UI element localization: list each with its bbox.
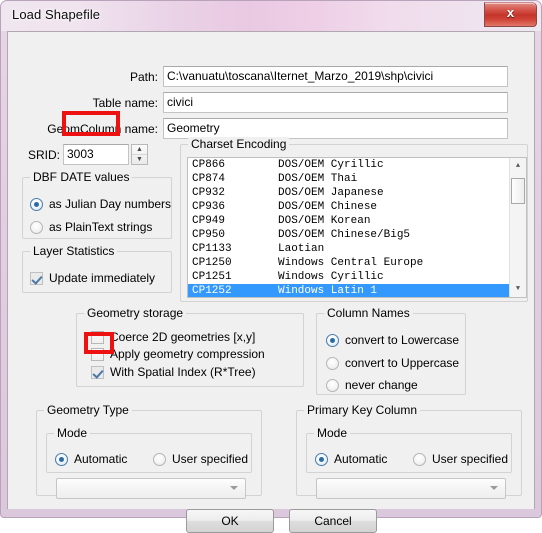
charset-code: CP1133 — [192, 243, 232, 255]
dbf-date-values-title: DBF DATE values — [30, 170, 133, 184]
checkbox-apply-geometry-compression-label: Apply geometry compression — [110, 347, 265, 361]
list-item[interactable]: CP866 DOS/OEM Cyrillic — [188, 158, 526, 172]
charset-desc: DOS/OEM Thai — [278, 173, 358, 185]
radio-geometry-type-automatic-label: Automatic — [74, 452, 128, 466]
checkbox-update-immediately-label: Update immediately — [49, 271, 156, 285]
geometry-type-mode-title: Mode — [54, 426, 91, 440]
charset-desc: Windows Latin 1 — [278, 285, 378, 297]
srid-stepper-down-icon[interactable]: ▼ — [132, 155, 147, 164]
close-icon: x — [506, 5, 515, 20]
dialog-client-area: Path: C:\vanuatu\toscana\Iternet_Marzo_2… — [7, 31, 535, 533]
charset-desc: Windows Central Europe — [278, 257, 424, 269]
dialog-window: Load Shapefile x Path: C:\vanuatu\toscan… — [0, 0, 542, 533]
path-input[interactable]: C:\vanuatu\toscana\Iternet_Marzo_2019\sh… — [163, 66, 508, 87]
charset-code: CP874 — [192, 173, 226, 185]
geom-column-input[interactable]: Geometry — [163, 118, 508, 139]
charset-code: CP1250 — [192, 257, 232, 269]
column-names-title: Column Names — [324, 306, 413, 320]
title-bar[interactable]: Load Shapefile x — [1, 1, 541, 31]
table-name-label: Table name: — [92, 96, 158, 110]
charset-code: CP936 — [192, 201, 226, 213]
list-item[interactable]: CP949 DOS/OEM Korean — [188, 214, 526, 228]
charset-code: CP932 — [192, 187, 226, 199]
checkbox-update-immediately[interactable] — [30, 272, 43, 285]
charset-encoding-title: Charset Encoding — [188, 137, 290, 151]
radio-primary-key-user-specified-label: User specified — [432, 452, 509, 466]
charset-desc: DOS/OEM Cyrillic — [278, 159, 384, 171]
checkbox-with-spatial-index[interactable] — [91, 366, 104, 379]
list-item[interactable]: CP1250 Windows Central Europe — [188, 256, 526, 270]
scrollbar-thumb[interactable] — [511, 178, 525, 204]
srid-stepper[interactable]: ▲ ▼ — [131, 144, 148, 165]
charset-code: CP866 — [192, 159, 226, 171]
checkbox-coerce-2d-geometries[interactable] — [91, 331, 104, 344]
radio-julian-day-numbers-label: as Julian Day numbers — [49, 197, 172, 211]
layer-statistics-title: Layer Statistics — [30, 244, 118, 258]
list-item-selected[interactable]: CP1252 Windows Latin 1 — [188, 284, 526, 297]
primary-key-combo[interactable] — [316, 478, 506, 499]
radio-plaintext-strings-label: as PlainText strings — [49, 220, 153, 234]
list-item[interactable]: CP950 DOS/OEM Chinese/Big5 — [188, 228, 526, 242]
radio-never-change-label: never change — [345, 378, 418, 392]
window-title: Load Shapefile — [12, 7, 101, 22]
checkbox-with-spatial-index-label: With Spatial Index (R*Tree) — [110, 365, 256, 379]
srid-label: SRID: — [28, 148, 61, 162]
list-item[interactable]: CP874 DOS/OEM Thai — [188, 172, 526, 186]
primary-key-column-title: Primary Key Column — [304, 403, 421, 417]
radio-never-change[interactable] — [326, 379, 339, 392]
srid-stepper-up-icon[interactable]: ▲ — [132, 145, 147, 155]
radio-geometry-type-user-specified-label: User specified — [172, 452, 249, 466]
radio-primary-key-automatic[interactable] — [315, 453, 328, 466]
radio-geometry-type-user-specified[interactable] — [153, 453, 166, 466]
list-item[interactable]: CP1251 Windows Cyrillic — [188, 270, 526, 284]
srid-input[interactable]: 3003 — [63, 144, 129, 165]
ok-button[interactable]: OK — [186, 509, 274, 533]
charset-desc: DOS/OEM Chinese/Big5 — [278, 229, 411, 241]
charset-desc: DOS/OEM Chinese — [278, 201, 378, 213]
list-item[interactable]: CP1133 Laotian — [188, 242, 526, 256]
geom-column-label: GeomColumn name: — [47, 122, 158, 136]
list-item[interactable]: CP932 DOS/OEM Japanese — [188, 186, 526, 200]
charset-desc: DOS/OEM Japanese — [278, 187, 384, 199]
checkbox-coerce-2d-geometries-label: Coerce 2D geometries [x,y] — [110, 330, 256, 344]
list-item[interactable]: CP936 DOS/OEM Chinese — [188, 200, 526, 214]
close-button[interactable]: x — [484, 2, 537, 27]
charset-desc: DOS/OEM Korean — [278, 215, 371, 227]
path-label: Path: — [129, 70, 158, 84]
charset-desc: Laotian — [278, 243, 325, 255]
scroll-up-icon[interactable]: ▲ — [510, 158, 526, 174]
primary-key-mode-title: Mode — [314, 426, 351, 440]
radio-geometry-type-automatic[interactable] — [55, 453, 68, 466]
radio-primary-key-automatic-label: Automatic — [334, 452, 388, 466]
geometry-type-combo[interactable] — [56, 478, 246, 499]
radio-convert-to-uppercase-label: convert to Uppercase — [345, 356, 460, 370]
cancel-button[interactable]: Cancel — [289, 509, 377, 533]
charset-code: CP950 — [192, 229, 226, 241]
charset-code: CP949 — [192, 215, 226, 227]
table-name-input[interactable]: civici — [163, 92, 508, 113]
radio-julian-day-numbers[interactable] — [30, 198, 43, 211]
scroll-down-icon[interactable]: ▼ — [510, 281, 526, 297]
radio-convert-to-uppercase[interactable] — [326, 357, 339, 370]
radio-primary-key-user-specified[interactable] — [413, 453, 426, 466]
charset-desc: Windows Cyrillic — [278, 271, 384, 283]
charset-code: CP1251 — [192, 271, 232, 283]
charset-encoding-listbox[interactable]: CP866 DOS/OEM Cyrillic CP874 DOS/OEM Thai … — [187, 157, 527, 298]
charset-list-scrollbar[interactable]: ▲ ▼ — [509, 158, 526, 297]
chevron-down-icon — [490, 486, 498, 490]
geometry-type-title: Geometry Type — [44, 403, 132, 417]
chevron-down-icon — [230, 486, 238, 490]
radio-convert-to-lowercase[interactable] — [326, 334, 339, 347]
charset-code: CP1252 — [192, 285, 232, 297]
checkbox-apply-geometry-compression[interactable] — [91, 348, 104, 361]
radio-plaintext-strings[interactable] — [30, 221, 43, 234]
radio-convert-to-lowercase-label: convert to Lowercase — [345, 333, 460, 347]
geometry-storage-title: Geometry storage — [84, 306, 187, 320]
